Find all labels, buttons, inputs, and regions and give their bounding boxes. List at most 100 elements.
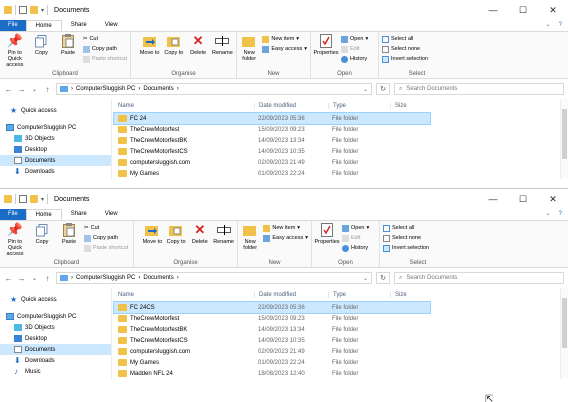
forward-arrow-icon[interactable]: →	[17, 274, 26, 283]
sidebar-item[interactable]: Desktop	[0, 333, 111, 344]
sidebar-item[interactable]: 3D Objects	[0, 133, 111, 144]
breadcrumb-documents[interactable]: Documents	[143, 86, 173, 92]
sidebar-item[interactable]: ★ Quick access	[0, 105, 111, 116]
file-row[interactable]: My Games 01/09/2023 22:24 File folder	[114, 168, 568, 179]
history-button[interactable]: History	[341, 55, 368, 63]
breadcrumb-documents[interactable]: Documents	[143, 275, 173, 281]
file-row[interactable]: computersluggish.com 02/09/2023 21:49 File…	[114, 157, 568, 168]
sidebar-item[interactable]: ComputerSluggish PC	[0, 122, 111, 133]
breadcrumb-this-pc[interactable]: ComputerSluggish PC	[76, 86, 135, 92]
sidebar-item[interactable]: ComputerSluggish PC	[0, 311, 111, 322]
column-type[interactable]: Type	[328, 103, 390, 109]
paste-shortcut-button[interactable]: Paste shortcut	[84, 244, 128, 252]
collapse-ribbon-icon[interactable]: ⌄	[546, 20, 551, 31]
sidebar-item[interactable]: Desktop	[0, 144, 111, 155]
refresh-button[interactable]: ↻	[376, 272, 390, 284]
scrollbar-thumb[interactable]	[562, 298, 567, 348]
invert-selection-button[interactable]: Invert selection	[383, 244, 429, 252]
back-arrow-icon[interactable]: ←	[4, 274, 13, 283]
close-button[interactable]: ✕	[538, 0, 568, 20]
customize-toolbar-icon[interactable]: ▾	[41, 7, 44, 14]
easy-access-button[interactable]: Easy access ▾	[263, 234, 308, 242]
search-box[interactable]: ⌕ Search Documents	[394, 272, 564, 284]
help-icon[interactable]: ?	[559, 209, 562, 220]
maximize-button[interactable]: ☐	[508, 0, 538, 20]
back-arrow-icon[interactable]: ←	[4, 85, 13, 94]
select-none-button[interactable]: Select none	[382, 45, 428, 53]
up-arrow-icon[interactable]: ↑	[43, 274, 52, 283]
recent-locations-icon[interactable]: ⌄	[30, 275, 39, 282]
file-row[interactable]: TheCrewMotorfestBK 14/09/2023 13:34 File f…	[114, 135, 568, 146]
properties-icon[interactable]	[19, 195, 27, 203]
file-row[interactable]: computersluggish.com 02/09/2023 21:49 File…	[114, 346, 568, 357]
cut-button[interactable]: ✂ Cut	[84, 224, 128, 232]
file-row[interactable]: TheCrewMotorfest 15/09/2023 09:23 File fol…	[114, 313, 568, 324]
breadcrumb-this-pc[interactable]: ComputerSluggish PC	[76, 275, 135, 281]
refresh-button[interactable]: ↻	[376, 83, 390, 95]
column-size[interactable]: Size	[390, 292, 440, 298]
new-item-button[interactable]: New item ▾	[263, 224, 308, 232]
up-arrow-icon[interactable]: ↑	[43, 85, 52, 94]
tab-home[interactable]: Home	[25, 20, 62, 31]
minimize-button[interactable]: —	[478, 0, 508, 20]
column-size[interactable]: Size	[390, 103, 440, 109]
file-row[interactable]: Madden NFL 24 18/08/2023 12:40 File folder	[114, 368, 568, 379]
paste-shortcut-button[interactable]: Paste shortcut	[82, 55, 127, 63]
search-box[interactable]: ⌕ Search Documents	[394, 83, 564, 95]
tab-share[interactable]: Share	[62, 20, 96, 31]
open-button[interactable]: Open ▾	[341, 35, 368, 43]
copy-path-button[interactable]: Copy path	[82, 45, 127, 53]
tab-file[interactable]: File	[0, 20, 26, 31]
sidebar-item[interactable]: ♪ Music	[0, 366, 111, 377]
address-dropdown-icon[interactable]: ⌄	[363, 86, 368, 93]
tab-view[interactable]: View	[96, 209, 127, 220]
column-date-modified[interactable]: Date modified	[254, 292, 328, 298]
tab-share[interactable]: Share	[62, 209, 96, 220]
sidebar-item[interactable]: Documents	[0, 155, 111, 166]
file-row[interactable]: TheCrewMotorfestBK 14/09/2023 13:34 File f…	[114, 324, 568, 335]
column-date-modified[interactable]: Date modified	[254, 103, 328, 109]
maximize-button[interactable]: ☐	[508, 189, 538, 209]
tab-file[interactable]: File	[0, 209, 26, 220]
select-all-button[interactable]: Select all	[383, 224, 429, 232]
sidebar-item[interactable]: ★ Quick access	[0, 294, 111, 305]
invert-selection-button[interactable]: Invert selection	[382, 55, 428, 63]
collapse-ribbon-icon[interactable]: ⌄	[546, 209, 551, 220]
vertical-scrollbar[interactable]	[560, 288, 568, 379]
copy-path-button[interactable]: Copy path	[84, 234, 128, 242]
address-bar[interactable]: › ComputerSluggish PC › Documents › ⌄	[56, 272, 372, 284]
file-row[interactable]: FC 24 22/09/2023 05:36 File folder	[113, 112, 431, 125]
file-row[interactable]: TheCrewMotorfest 15/09/2023 09:23 File fol…	[114, 124, 568, 135]
properties-icon[interactable]	[19, 6, 27, 14]
file-row[interactable]: My Games 01/09/2023 22:24 File folder	[114, 357, 568, 368]
customize-toolbar-icon[interactable]: ▾	[41, 196, 44, 203]
column-name[interactable]: Name	[114, 103, 254, 109]
minimize-button[interactable]: —	[478, 189, 508, 209]
forward-arrow-icon[interactable]: →	[17, 85, 26, 94]
sidebar-item[interactable]: Documents	[0, 344, 111, 355]
address-bar[interactable]: › ComputerSluggish PC › Documents › ⌄	[56, 83, 372, 95]
sidebar-item[interactable]: ⬇ Downloads	[0, 166, 111, 177]
sidebar-item[interactable]: 3D Objects	[0, 322, 111, 333]
file-row[interactable]: TheCrewMotorfestCS 14/09/2023 10:35 File f…	[114, 146, 568, 157]
edit-button[interactable]: Edit	[341, 45, 368, 53]
help-icon[interactable]: ?	[559, 20, 562, 31]
column-name[interactable]: Name	[114, 292, 254, 298]
history-button[interactable]: History	[342, 244, 369, 252]
recent-locations-icon[interactable]: ⌄	[30, 86, 39, 93]
new-item-button[interactable]: New item ▾	[262, 35, 307, 43]
select-none-button[interactable]: Select none	[383, 234, 429, 242]
file-row[interactable]: FC 24CS 22/09/2023 05:36 File folder	[113, 301, 431, 314]
easy-access-button[interactable]: Easy access ▾	[262, 45, 307, 53]
select-all-button[interactable]: Select all	[382, 35, 428, 43]
column-type[interactable]: Type	[328, 292, 390, 298]
vertical-scrollbar[interactable]	[560, 99, 568, 179]
new-folder-icon[interactable]	[30, 6, 38, 14]
open-button[interactable]: Open ▾	[342, 224, 369, 232]
sidebar-item[interactable]: ⬇ Downloads	[0, 355, 111, 366]
scrollbar-thumb[interactable]	[562, 109, 567, 159]
tab-home[interactable]: Home	[25, 209, 62, 220]
edit-button[interactable]: Edit	[342, 234, 369, 242]
file-row[interactable]: TheCrewMotorfestCS 14/09/2023 10:35 File f…	[114, 335, 568, 346]
new-folder-icon[interactable]	[30, 195, 38, 203]
